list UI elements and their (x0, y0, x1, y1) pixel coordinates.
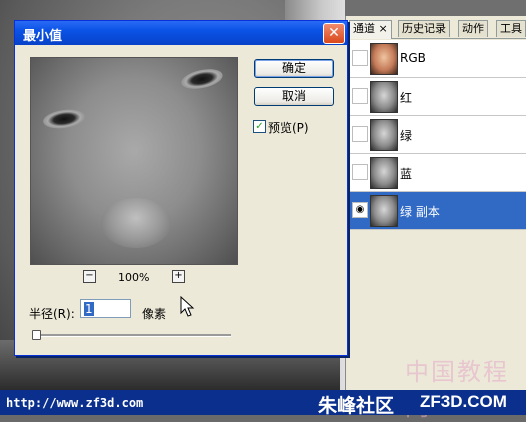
tab-tools[interactable]: 工具 (496, 20, 526, 37)
channel-thumbnail (370, 157, 398, 189)
dialog-titlebar[interactable]: 最小值 ✕ (15, 21, 347, 45)
channels-panel: 通道 × 历史记录 动作 工具 RGB 红 绿 蓝 ◉ 绿 副本 (345, 16, 526, 390)
channel-name: 红 (400, 91, 413, 105)
channel-name: 绿 副本 (400, 205, 440, 219)
preview-left-eye (41, 107, 87, 131)
channel-row-green[interactable]: 绿 (350, 116, 526, 154)
visibility-toggle[interactable] (352, 126, 368, 142)
filter-preview[interactable] (30, 57, 238, 265)
channel-row-blue[interactable]: 蓝 (350, 154, 526, 192)
radius-unit: 像素 (142, 307, 167, 321)
tab-actions[interactable]: 动作 (458, 20, 488, 37)
footer-banner: http://www.zf3d.com 朱峰社区 ZF3D.COM (0, 390, 526, 417)
footer-site: ZF3D.COM (420, 392, 507, 411)
dialog-title: 最小值 (23, 29, 63, 44)
visibility-toggle[interactable] (352, 164, 368, 180)
tab-history[interactable]: 历史记录 (398, 20, 450, 37)
preview-checkbox[interactable]: ✓ (253, 120, 266, 133)
visibility-toggle[interactable] (352, 50, 368, 66)
radius-value: 1 (84, 302, 94, 316)
ok-button[interactable]: 确定 (254, 59, 334, 78)
zoom-level: 100% (118, 271, 150, 284)
check-icon: ✓ (255, 121, 264, 132)
channel-thumbnail (370, 195, 398, 227)
channel-row-rgb[interactable]: RGB (350, 40, 526, 78)
cancel-button[interactable]: 取消 (254, 87, 334, 106)
channel-name: 绿 (400, 129, 413, 143)
zoom-out-button[interactable]: − (83, 270, 96, 283)
panel-top-edge (345, 0, 526, 16)
channel-name: RGB (400, 51, 426, 65)
eye-icon[interactable]: ◉ (352, 202, 368, 218)
preview-label[interactable]: 预览(P) (268, 119, 309, 136)
channel-row-green-copy[interactable]: ◉ 绿 副本 (350, 192, 526, 230)
channel-thumbnail (370, 43, 398, 75)
plus-icon: + (174, 270, 183, 281)
minus-icon: − (85, 270, 94, 281)
footer-logo: 朱峰社区 (318, 395, 395, 417)
channel-name: 蓝 (400, 167, 413, 181)
channel-row-red[interactable]: 红 (350, 78, 526, 116)
close-icon: ✕ (328, 25, 340, 41)
zoom-in-button[interactable]: + (172, 270, 185, 283)
channel-list: RGB 红 绿 蓝 ◉ 绿 副本 (350, 40, 526, 230)
preview-right-eye (179, 65, 225, 93)
close-button[interactable]: ✕ (323, 23, 345, 44)
preview-nose (101, 198, 171, 248)
radius-slider-track[interactable] (35, 334, 231, 337)
footer-url: http://www.zf3d.com (6, 396, 144, 410)
channel-thumbnail (370, 119, 398, 151)
channel-thumbnail (370, 81, 398, 113)
mouse-cursor-icon (180, 296, 195, 317)
radius-input[interactable]: 1 (80, 299, 131, 318)
panel-tab-bar: 通道 × 历史记录 动作 工具 (346, 20, 526, 39)
visibility-toggle[interactable] (352, 88, 368, 104)
radius-slider-handle[interactable] (32, 330, 41, 340)
tab-channels[interactable]: 通道 × (349, 20, 392, 39)
radius-label: 半径(R): (29, 307, 75, 321)
